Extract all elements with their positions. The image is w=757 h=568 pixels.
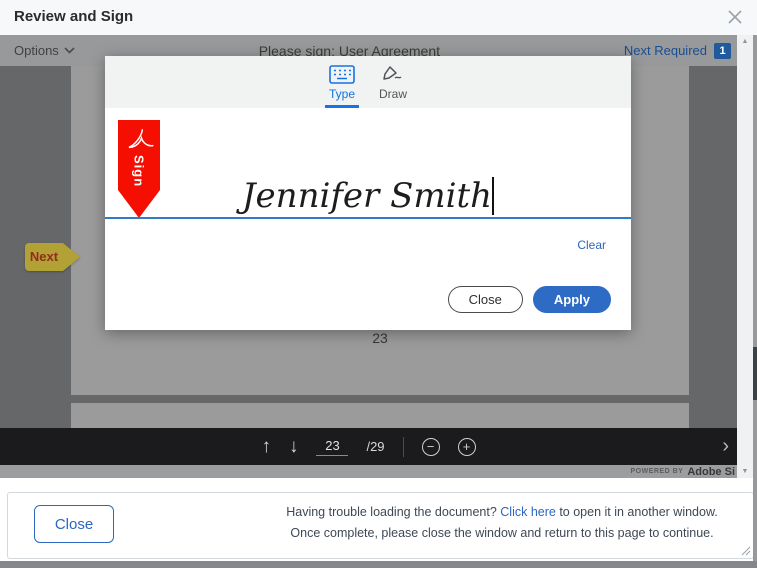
clear-signature-link[interactable]: Clear	[577, 238, 606, 252]
page-total-label: /29	[366, 439, 384, 454]
scrollbar-up-icon[interactable]: ▲	[742, 38, 749, 45]
click-here-link[interactable]: Click here	[500, 505, 556, 519]
powered-by-prefix: POWERED BY	[630, 468, 683, 475]
next-field-tab[interactable]: Next	[25, 243, 80, 271]
page-nav-toolbar: ↑ ↓ /29 − + ›	[0, 428, 737, 465]
footer-message-line2: Once complete, please close the window a…	[263, 523, 741, 544]
viewer-scrollbar[interactable]: ▲ ▼	[737, 35, 753, 478]
dialog-close-button[interactable]: Close	[448, 286, 523, 313]
document-page-24-partial	[71, 403, 689, 428]
next-field-tab-label: Next	[25, 243, 63, 271]
chevron-down-icon	[64, 47, 75, 54]
outer-scrollbar[interactable]	[753, 35, 757, 561]
window-title: Review and Sign	[14, 8, 133, 25]
window-bottom-edge	[0, 561, 757, 568]
page-up-icon[interactable]: ↑	[261, 437, 271, 456]
tab-type[interactable]: Type	[325, 56, 359, 108]
text-caret	[492, 177, 494, 215]
next-arrow-point	[63, 243, 80, 271]
page-number-label: 23	[71, 330, 689, 346]
toolbar-expand-icon[interactable]: ›	[722, 436, 729, 456]
next-required-button[interactable]: Next Required 1	[624, 43, 731, 59]
footer-message: Having trouble loading the document? Cli…	[263, 502, 741, 545]
tab-draw-label: Draw	[379, 87, 407, 101]
powered-by-brand: Adobe Si	[687, 466, 735, 478]
signature-baseline	[105, 217, 631, 219]
apply-button[interactable]: Apply	[533, 286, 611, 313]
signature-tabs-header: Type Draw	[105, 56, 631, 108]
tab-draw[interactable]: Draw	[375, 56, 411, 108]
options-menu-button[interactable]: Options	[14, 43, 75, 58]
signature-value: Jennifer Smith	[242, 176, 492, 216]
page-number-input[interactable]	[316, 438, 348, 456]
resize-grip-icon[interactable]	[740, 545, 751, 556]
tab-type-label: Type	[329, 87, 355, 101]
signature-dialog: Type Draw Sign Jennifer Smith Clear	[105, 56, 631, 330]
scrollbar-down-icon[interactable]: ▼	[742, 468, 749, 475]
pen-icon	[380, 65, 406, 84]
review-and-sign-window: Review and Sign Options Please sign: Use…	[0, 0, 757, 568]
zoom-in-icon[interactable]: +	[458, 438, 476, 456]
footer-message-line1: Having trouble loading the document? Cli…	[263, 502, 741, 523]
outer-scrollbar-thumb[interactable]	[753, 347, 757, 400]
signature-input[interactable]: Jennifer Smith	[105, 177, 631, 215]
toolbar-divider	[403, 437, 404, 457]
footer-close-button[interactable]: Close	[34, 505, 114, 543]
window-titlebar: Review and Sign	[0, 0, 757, 35]
zoom-out-icon[interactable]: −	[422, 438, 440, 456]
footer-area: Close Having trouble loading the documen…	[0, 478, 757, 561]
powered-by-strip: POWERED BY Adobe Si	[0, 465, 737, 478]
dialog-buttons: Close Apply	[448, 286, 611, 313]
options-label: Options	[14, 43, 59, 58]
footer-panel: Close Having trouble loading the documen…	[7, 492, 754, 559]
keyboard-icon	[329, 65, 355, 84]
next-required-count-badge: 1	[714, 43, 731, 59]
adobe-logo-icon	[124, 125, 154, 153]
page-down-icon[interactable]: ↓	[289, 437, 299, 456]
close-icon[interactable]	[725, 7, 745, 27]
next-required-label: Next Required	[624, 43, 707, 58]
